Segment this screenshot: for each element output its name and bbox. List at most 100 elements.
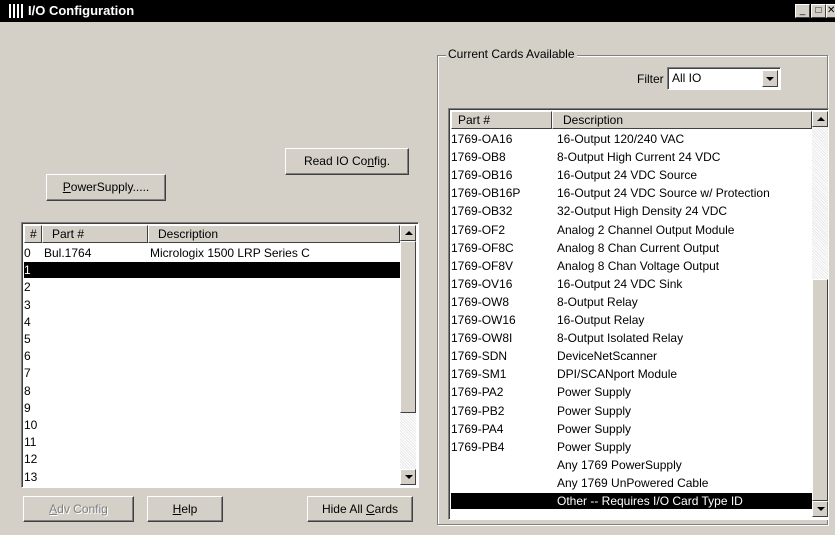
part-number: Bul.1764 [44,246,92,260]
slot-number: 8 [24,383,31,398]
button-label: Hide All [321,502,366,516]
scroll-down-icon[interactable] [812,501,828,517]
table-row[interactable]: 5 [24,331,400,347]
part-number: 1769-OF8V [451,258,514,273]
part-number: 1769-PB4 [451,439,505,454]
hide-all-cards-button[interactable]: Hide All Cards [307,496,413,522]
slot-number: 10 [24,418,38,432]
list-item[interactable]: Any 1769 UnPowered Cable [451,475,812,491]
part-number: 1769-OB32 [451,204,513,219]
slot-number: 1 [24,263,31,278]
list-item[interactable]: 1769-OF2 Analog 2 Channel Output Module [451,222,812,238]
list-item[interactable]: 1769-PB2 Power Supply [451,403,812,419]
window-title: I/O Configuration [28,3,135,18]
scroll-up-icon[interactable] [812,111,828,127]
description: DPI/SCANport Module [557,367,678,382]
description: Power Supply [557,421,632,436]
scroll-thumb[interactable] [400,241,416,413]
cards-table[interactable]: Part # Description 1769-OA16 16-Output 12… [448,108,829,520]
cards-table-scrollbar[interactable] [812,111,828,517]
list-item[interactable]: 1769-PA2 Power Supply [451,384,812,400]
table-row[interactable]: 3 [24,297,400,313]
list-item[interactable]: 1769-OB8 8-Output High Current 24 VDC [451,149,812,165]
power-supply-button[interactable]: PowerSupply..... [46,174,166,201]
table-row[interactable]: 13 [24,469,400,485]
list-item[interactable]: 1769-OB16P 16-Output 24 VDC Source w/ Pro… [451,185,812,201]
description: DeviceNetScanner [557,349,658,364]
description: Any 1769 UnPowered Cable [557,475,709,490]
table-row[interactable]: 6 [24,348,400,364]
list-item[interactable]: 1769-OW8 8-Output Relay [451,294,812,310]
list-item[interactable]: 1769-PB4 Power Supply [451,439,812,455]
scroll-thumb[interactable] [812,279,828,501]
table-row[interactable]: 4 [24,314,400,330]
chevron-down-icon[interactable] [762,70,778,87]
list-item[interactable]: 1769-OB16 16-Output 24 VDC Source [451,167,812,183]
description: 16-Output 24 VDC Source [557,168,698,183]
slot-number: 7 [24,366,31,381]
list-item[interactable]: 1769-OB32 32-Output High Density 24 VDC [451,203,812,219]
table-row[interactable]: 7 [24,365,400,381]
part-number: 1769-OF8C [451,240,514,255]
column-header-part[interactable]: Part # [451,111,552,129]
button-label-accel: P [62,180,71,194]
button-label: dv Config [57,502,108,516]
scroll-down-icon[interactable] [400,469,416,485]
list-item[interactable]: 1769-OV16 16-Output 24 VDC Sink [451,276,812,292]
list-item[interactable]: 1769-OA16 16-Output 120/240 VAC [451,131,812,147]
description: 16-Output Relay [557,313,645,327]
part-number: 1769-OV16 [451,276,513,291]
description: Analog 8 Chan Voltage Output [557,258,720,273]
read-io-config-button[interactable]: Read IO Config. [285,148,409,175]
slot-number: 5 [24,332,31,346]
description: Micrologix 1500 LRP Series C [150,246,310,260]
slot-table-scrollbar[interactable] [400,225,416,485]
list-item[interactable]: 1769-OF8V Analog 8 Chan Voltage Output [451,258,812,274]
adv-config-button[interactable]: Adv Config [23,496,134,522]
table-row[interactable]: 0 Bul.1764 Micrologix 1500 LRP Series C [24,245,400,261]
button-label-accel: C [366,502,375,516]
scroll-up-icon[interactable] [400,225,416,241]
column-header-description[interactable]: Description [148,225,400,243]
column-header-num[interactable]: # [24,225,42,243]
description: 8-Output Isolated Relay [557,331,684,346]
list-item[interactable]: Other -- Requires I/O Card Type ID [451,493,812,509]
table-row[interactable]: 11 [24,434,400,450]
description: 32-Output High Density 24 VDC [557,204,728,219]
slot-number: 9 [24,400,31,415]
list-item[interactable]: 1769-OW16 16-Output Relay [451,312,812,328]
slot-number: 4 [24,314,31,329]
part-number: 1769-OW8I [451,331,513,346]
table-row[interactable]: 2 [24,279,400,295]
table-row[interactable]: 12 [24,451,400,467]
close-icon[interactable]: ✕ [826,4,835,18]
list-item[interactable]: 1769-SDN DeviceNetScanner [451,348,812,364]
list-item[interactable]: 1769-OW8I 8-Output Isolated Relay [451,330,812,346]
help-button[interactable]: Help [147,496,223,522]
slot-number: 2 [24,280,31,295]
button-label-accel: A [49,502,58,516]
part-number: 1769-OA16 [451,132,513,146]
slot-number: 12 [24,452,38,467]
table-row[interactable]: 9 [24,400,400,416]
description: Analog 2 Channel Output Module [557,222,735,237]
table-row[interactable]: 8 [24,383,400,399]
slot-number: 13 [24,469,38,484]
column-header-description[interactable]: Description [552,111,812,129]
io-configuration-window: I/O Configuration _ □ ✕ Read IO Config. … [0,0,835,535]
list-item[interactable]: Any 1769 PowerSupply [451,457,812,473]
part-number: 1769-PA4 [451,421,504,436]
title-bar[interactable]: I/O Configuration _ □ ✕ [0,0,835,22]
list-item[interactable]: 1769-SM1 DPI/SCANport Module [451,366,812,382]
part-number: 1769-PA2 [451,385,504,400]
table-row[interactable]: 10 [24,417,400,433]
column-header-part[interactable]: Part # [42,225,148,243]
list-item[interactable]: 1769-PA4 Power Supply [451,421,812,437]
table-row[interactable]: 1 [24,262,400,279]
minimize-icon[interactable]: _ [795,4,810,18]
slot-number: 0 [24,246,31,260]
slot-table[interactable]: # Part # Description 0 Bul.1764 Micrologix… [21,222,419,488]
list-item[interactable]: 1769-OF8C Analog 8 Chan Current Output [451,240,812,256]
filter-select[interactable]: All IO [667,67,781,90]
maximize-icon[interactable]: □ [811,4,826,18]
